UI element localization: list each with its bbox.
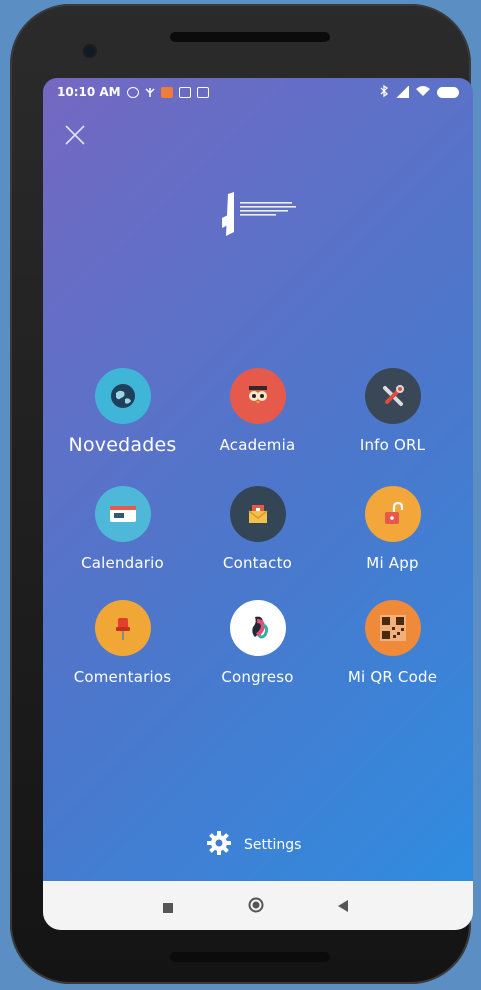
app-notification-icon — [160, 86, 173, 98]
wifi-icon — [415, 85, 431, 100]
qr-code-icon — [364, 600, 421, 656]
square-icon — [163, 903, 173, 913]
status-bar: 10:10 AM — [43, 78, 473, 106]
pushpin-icon — [94, 600, 151, 656]
top-speaker — [170, 32, 330, 42]
menu-item-label: Mi QR Code — [347, 668, 438, 686]
menu-item-congreso[interactable]: Congreso — [186, 600, 329, 686]
menu-item-label: Calendario — [81, 554, 164, 572]
menu-item-label: Info ORL — [359, 436, 426, 454]
system-nav-bar — [43, 881, 473, 930]
close-button[interactable] — [61, 123, 89, 151]
flamingo-icon — [229, 600, 286, 656]
status-right — [380, 84, 459, 100]
circle-icon — [248, 897, 264, 913]
front-camera — [85, 46, 95, 56]
menu-item-label: Academia — [219, 436, 296, 454]
phone-frame: 10:10 AM Novedades Academia Info ORL Cal… — [10, 4, 473, 984]
close-icon — [65, 125, 85, 145]
menu-item-label: Comentarios — [73, 668, 172, 686]
menu-item-label: Novedades — [68, 434, 177, 456]
globe-icon — [94, 368, 151, 424]
unlock-icon — [364, 486, 421, 542]
signal-icon — [395, 86, 409, 98]
notification-icon — [126, 86, 139, 98]
menu-item-calendario[interactable]: Calendario — [51, 486, 194, 572]
menu-item-contacto[interactable]: Contacto — [186, 486, 329, 572]
bottom-speaker — [170, 952, 330, 962]
status-time: 10:10 AM — [57, 85, 121, 99]
menu-item-academia[interactable]: Academia — [186, 368, 329, 454]
settings-button[interactable]: Settings — [206, 830, 301, 860]
cast-icon — [178, 86, 191, 98]
gallery-icon — [196, 86, 209, 98]
settings-label: Settings — [244, 837, 302, 853]
antenna-icon — [145, 87, 155, 98]
back-triangle-icon — [338, 900, 348, 912]
back-button[interactable] — [337, 898, 349, 917]
app-screen: 10:10 AM Novedades Academia Info ORL Cal… — [43, 78, 473, 930]
menu-item-comentarios[interactable]: Comentarios — [51, 600, 194, 686]
mail-icon — [229, 486, 286, 542]
home-button[interactable] — [248, 897, 264, 917]
menu-item-label: Contacto — [222, 554, 293, 572]
calendar-icon — [94, 486, 151, 542]
tools-icon — [364, 368, 421, 424]
app-logo — [218, 184, 306, 244]
menu-item-info-orl[interactable]: Info ORL — [321, 368, 464, 454]
menu-item-mi-app[interactable]: Mi App — [321, 486, 464, 572]
recent-apps-button[interactable] — [162, 899, 174, 918]
gear-icon — [206, 830, 232, 860]
status-left: 10:10 AM — [57, 85, 209, 99]
menu-item-mi-qr-code[interactable]: Mi QR Code — [321, 600, 464, 686]
battery-icon — [437, 86, 459, 98]
bluetooth-icon — [380, 84, 389, 100]
menu-item-label: Mi App — [366, 554, 419, 572]
owl-icon — [229, 368, 286, 424]
menu-item-label: Congreso — [221, 668, 294, 686]
menu-item-novedades[interactable]: Novedades — [51, 368, 194, 456]
